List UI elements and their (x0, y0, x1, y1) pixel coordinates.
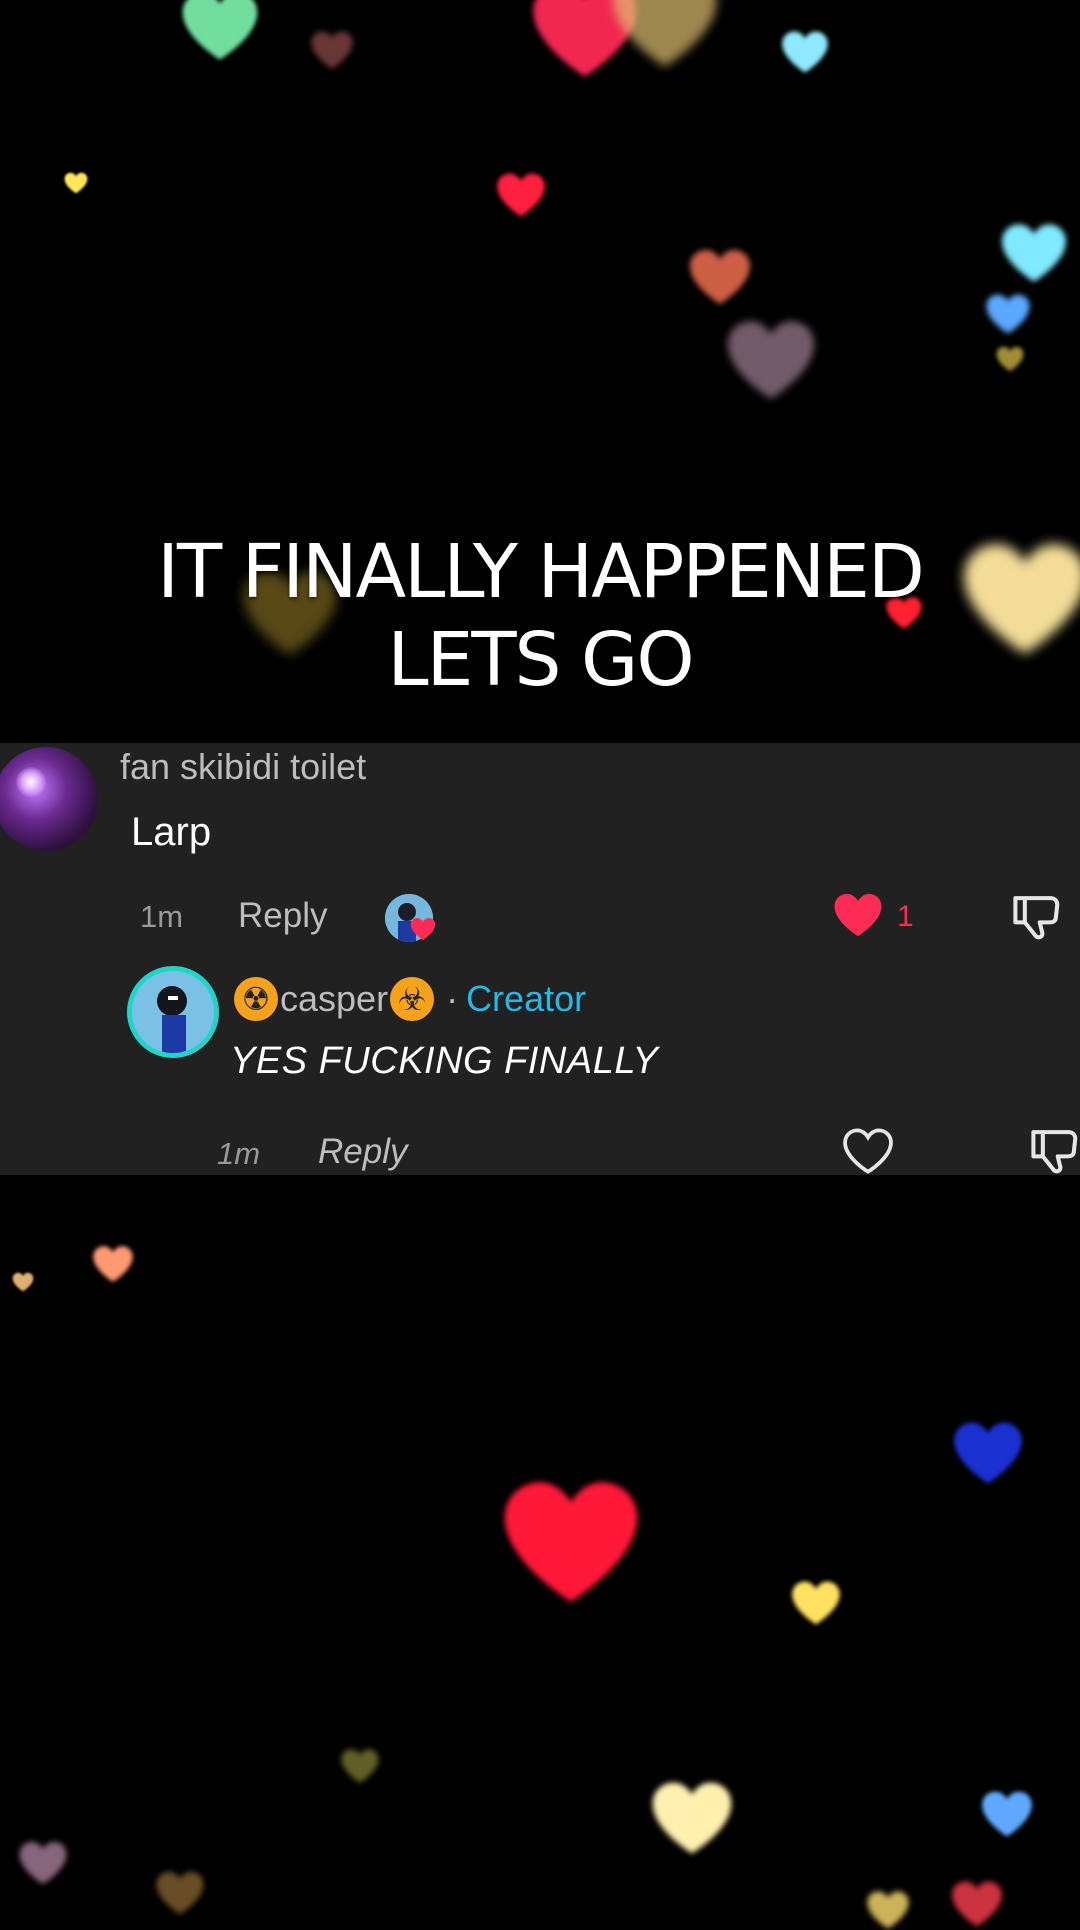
bg-heart-icon (310, 30, 354, 70)
bg-heart-icon (995, 346, 1025, 372)
reply-text: YES FUCKING FINALLY (230, 1040, 659, 1082)
bg-heart-icon (650, 1780, 734, 1856)
caption-line-2: LETS GO (387, 617, 694, 703)
bg-heart-icon (688, 248, 752, 306)
bg-heart-icon (340, 1748, 380, 1784)
reply-avatar[interactable] (127, 966, 219, 1058)
bg-heart-icon (12, 1272, 34, 1292)
comment-screenshot-panel (0, 743, 1080, 1175)
bg-heart-icon (495, 172, 547, 218)
bg-heart-icon (1000, 222, 1068, 284)
bg-heart-icon (790, 1580, 842, 1626)
heart-icon[interactable] (833, 892, 883, 938)
commenter-avatar[interactable] (0, 747, 98, 851)
bg-heart-icon (985, 293, 1031, 335)
caption-line-1: IT FINALLY HAPPENED (157, 529, 925, 615)
bg-heart-icon (18, 1840, 68, 1886)
bg-heart-icon (63, 172, 89, 194)
bg-heart-icon (950, 1880, 1004, 1928)
bg-heart-icon (865, 1890, 911, 1930)
bg-heart-icon (952, 1420, 1024, 1486)
bg-heart-icon (780, 30, 830, 74)
biohazard-icon: ☣ (390, 977, 435, 1021)
bg-heart-icon (980, 1790, 1034, 1838)
comment-reply-button[interactable]: Reply (238, 896, 327, 936)
reply-username[interactable]: casper (280, 978, 388, 1020)
heart-outline-icon[interactable] (842, 1127, 894, 1175)
creator-heart-icon (410, 917, 436, 941)
comment-username[interactable]: fan skibidi toilet (120, 746, 366, 788)
radioactive-icon: ☢ (234, 977, 278, 1021)
creator-label: Creator (466, 978, 587, 1019)
thumbs-down-icon[interactable] (1028, 1126, 1080, 1176)
comment-actions-row: 1m Reply 1 (0, 892, 1080, 952)
reply-time: 1m (217, 1136, 261, 1171)
reply-actions-row: 1m Reply (0, 1126, 1080, 1186)
video-caption: IT FINALLY HAPPENED LETS GO (0, 528, 1080, 704)
bg-heart-icon (180, 0, 260, 62)
bg-heart-icon (155, 1870, 205, 1916)
reply-reply-button[interactable]: Reply (318, 1132, 407, 1172)
bg-heart-icon (610, 0, 720, 70)
separator-dot: · (446, 978, 459, 1019)
bg-heart-icon (725, 318, 817, 402)
reply-username-row[interactable]: ☢ casper ☣ · Creator (234, 977, 586, 1021)
comment-time: 1m (140, 899, 184, 934)
thumbs-down-icon[interactable] (1010, 892, 1064, 942)
comment-like-count: 1 (897, 900, 914, 933)
bg-heart-icon (92, 1245, 134, 1283)
comment-text: Larp (131, 810, 212, 854)
bg-heart-icon (500, 1478, 642, 1606)
